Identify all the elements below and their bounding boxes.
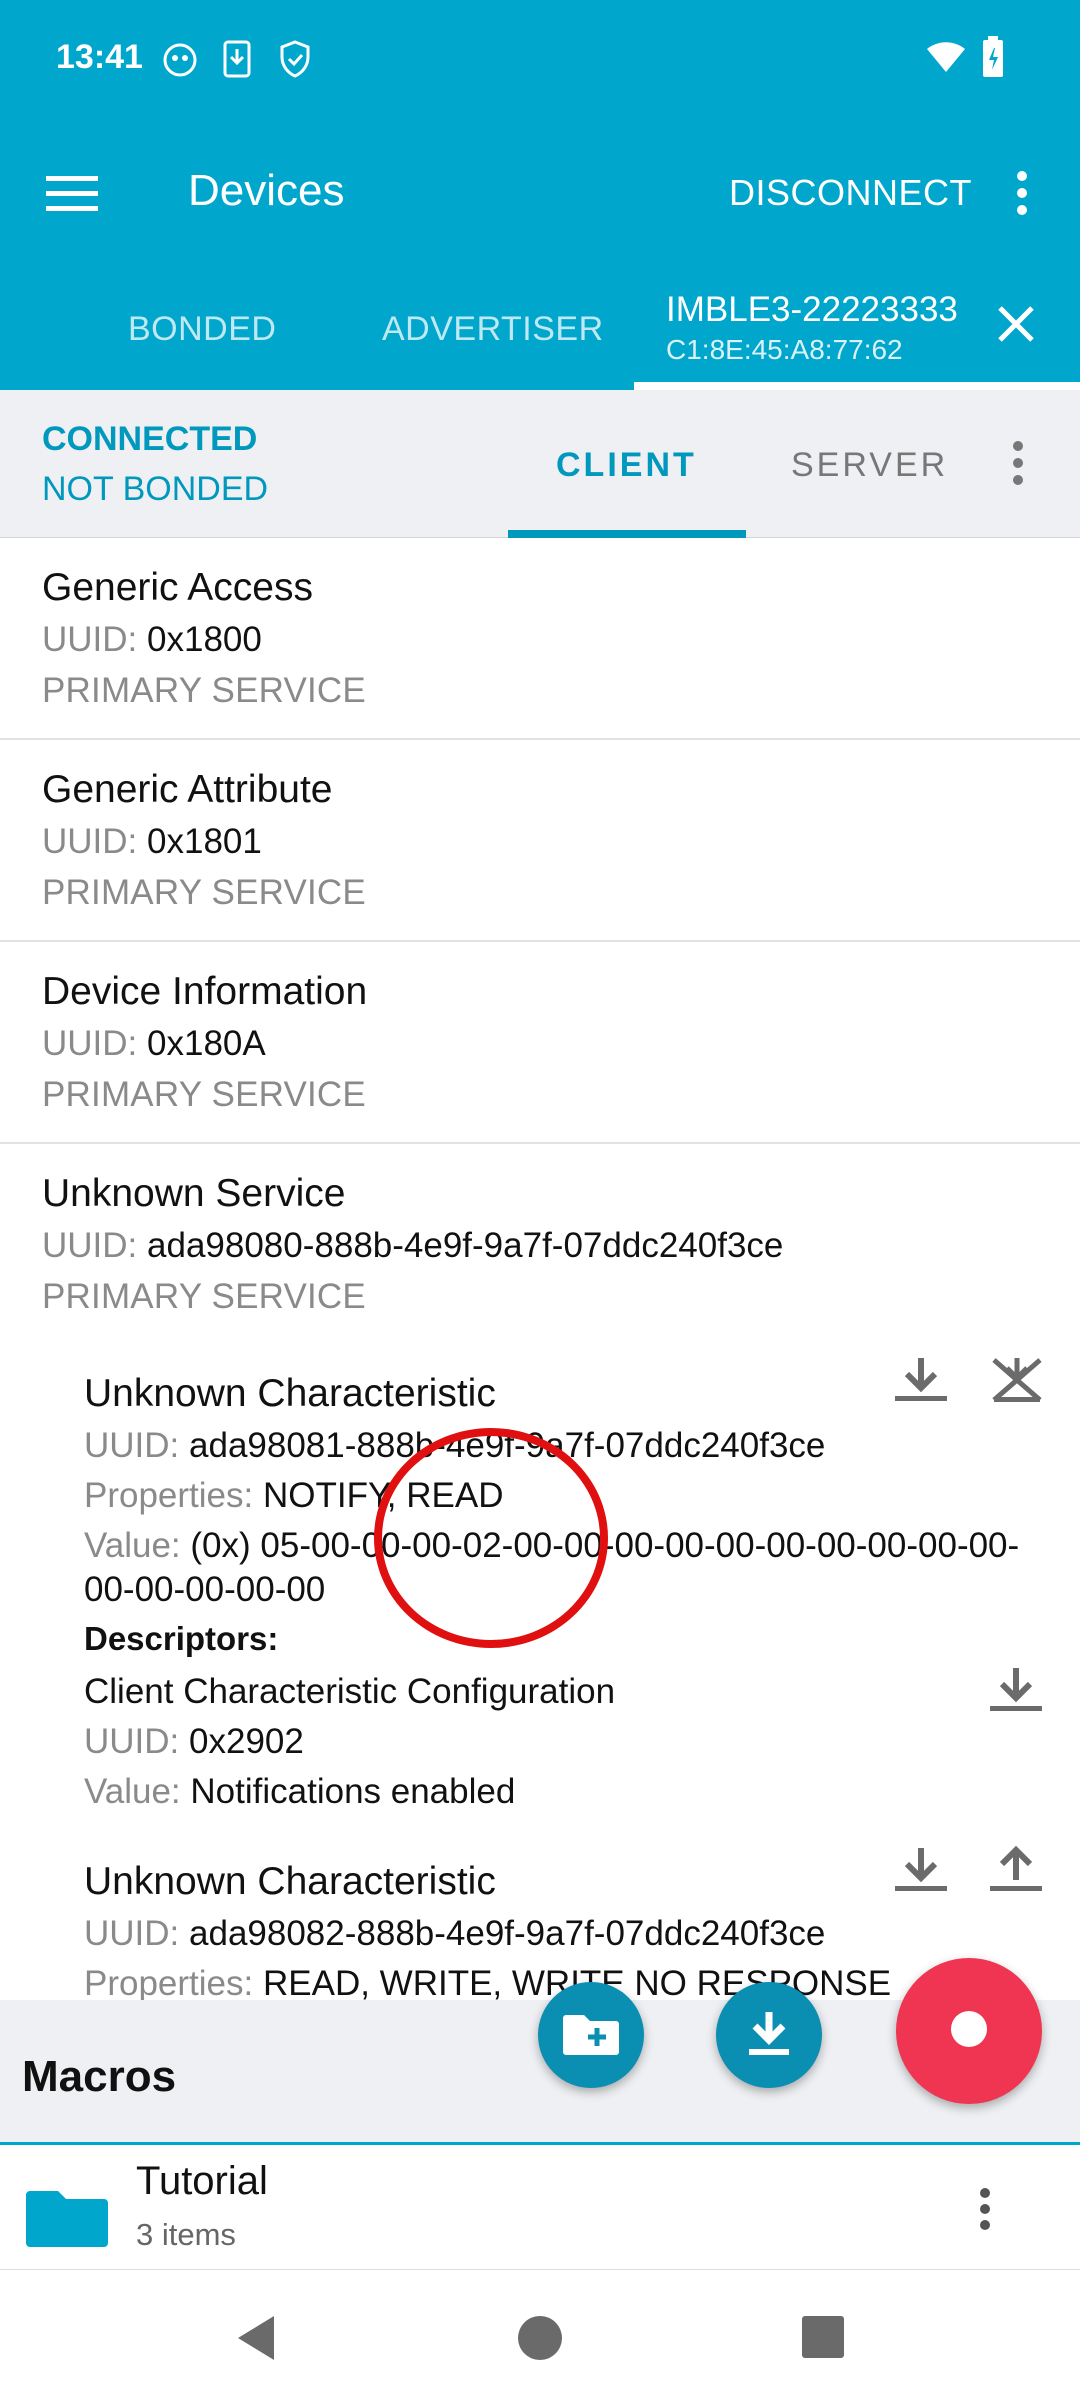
download-status-icon	[222, 40, 252, 83]
service-uuid: UUID: ada98080-888b-4e9f-9a7f-07ddc240f3…	[42, 1226, 784, 1265]
service-item[interactable]: Generic Attribute UUID: 0x1801 PRIMARY S…	[0, 740, 1080, 942]
download-icon[interactable]	[990, 1664, 1042, 1719]
system-nav-bar	[0, 2270, 1080, 2400]
service-uuid: UUID: 0x180A	[42, 1024, 266, 1063]
descriptors-heading: Descriptors:	[84, 1620, 279, 1657]
tab-indicator	[634, 382, 1080, 390]
status-bar: 13:41	[0, 0, 1080, 120]
service-type: PRIMARY SERVICE	[42, 873, 366, 912]
menu-icon[interactable]	[46, 174, 98, 219]
characteristic-item[interactable]: Unknown Characteristic UUID: ada98082-88…	[0, 1844, 1080, 2000]
app-bar: Devices DISCONNECT BONDED ADVERTISER IMB…	[0, 120, 1080, 390]
notify-off-icon[interactable]	[990, 1354, 1044, 1409]
notification-app-icon	[162, 42, 198, 83]
download-icon[interactable]	[895, 1354, 947, 1409]
tab-server[interactable]: SERVER	[791, 446, 948, 485]
record-icon	[950, 2010, 988, 2053]
service-uuid: UUID: 0x1801	[42, 822, 262, 861]
bond-state: NOT BONDED	[42, 470, 269, 508]
tab-client[interactable]: CLIENT	[508, 390, 746, 538]
home-icon[interactable]	[516, 2314, 564, 2367]
more-vert-icon[interactable]	[978, 2187, 992, 2236]
descriptor-name: Client Characteristic Configuration	[84, 1672, 616, 1711]
service-name: Generic Attribute	[42, 768, 333, 811]
macros-title: Macros	[22, 2052, 177, 2101]
folder-icon	[26, 2183, 110, 2254]
upload-icon[interactable]	[990, 1844, 1042, 1899]
service-name: Unknown Service	[42, 1172, 346, 1215]
shield-icon	[278, 40, 312, 83]
new-folder-button[interactable]	[538, 1982, 644, 2088]
download-icon	[749, 2010, 789, 2061]
folder-name: Tutorial	[136, 2159, 268, 2203]
annotation-circle	[374, 1428, 608, 1648]
folder-count: 3 items	[136, 2217, 236, 2252]
descriptor-item[interactable]: Client Characteristic Configuration UUID…	[0, 1664, 1080, 1834]
service-item[interactable]: Device Information UUID: 0x180A PRIMARY …	[0, 942, 1080, 1144]
connection-state: CONNECTED	[42, 420, 258, 458]
service-name: Generic Access	[42, 566, 313, 609]
more-vert-icon[interactable]	[1010, 440, 1026, 491]
service-name: Device Information	[42, 970, 368, 1013]
tab-device-mac: C1:8E:45:A8:77:62	[666, 334, 903, 365]
characteristic-uuid: UUID: ada98082-888b-4e9f-9a7f-07ddc240f3…	[84, 1914, 826, 1953]
import-button[interactable]	[716, 1982, 822, 2088]
client-tab-indicator	[508, 530, 746, 538]
connection-header: CONNECTED NOT BONDED CLIENT SERVER	[0, 390, 1080, 538]
characteristic-name: Unknown Characteristic	[84, 1372, 496, 1415]
download-icon[interactable]	[895, 1844, 947, 1899]
service-uuid: UUID: 0x1800	[42, 620, 262, 659]
service-type: PRIMARY SERVICE	[42, 1277, 366, 1316]
service-type: PRIMARY SERVICE	[42, 1075, 366, 1114]
new-folder-icon	[563, 2010, 619, 2061]
close-icon[interactable]	[996, 304, 1036, 349]
service-item[interactable]: Generic Access UUID: 0x1800 PRIMARY SERV…	[0, 538, 1080, 740]
tab-bonded[interactable]: BONDED	[128, 310, 276, 349]
characteristic-value-cont: 00-00-00-00-00	[84, 1570, 326, 1609]
status-time: 13:41	[56, 38, 143, 76]
tab-advertiser[interactable]: ADVERTISER	[382, 310, 604, 349]
descriptor-uuid: UUID: 0x2902	[84, 1722, 304, 1761]
descriptor-value: Value: Notifications enabled	[84, 1772, 516, 1811]
tab-device[interactable]: IMBLE3-22223333 C1:8E:45:A8:77:62	[634, 120, 1080, 390]
recents-icon[interactable]	[802, 2316, 844, 2363]
tab-device-name: IMBLE3-22223333	[666, 290, 958, 329]
back-icon[interactable]	[234, 2314, 278, 2367]
macro-folder-item[interactable]: Tutorial 3 items	[0, 2145, 1080, 2270]
tab-client-label: CLIENT	[556, 446, 697, 484]
battery-icon	[982, 36, 1004, 83]
page-title: Devices	[188, 166, 345, 215]
wifi-icon	[926, 40, 966, 79]
characteristic-name: Unknown Characteristic	[84, 1860, 496, 1903]
service-type: PRIMARY SERVICE	[42, 671, 366, 710]
record-button[interactable]	[896, 1958, 1042, 2104]
